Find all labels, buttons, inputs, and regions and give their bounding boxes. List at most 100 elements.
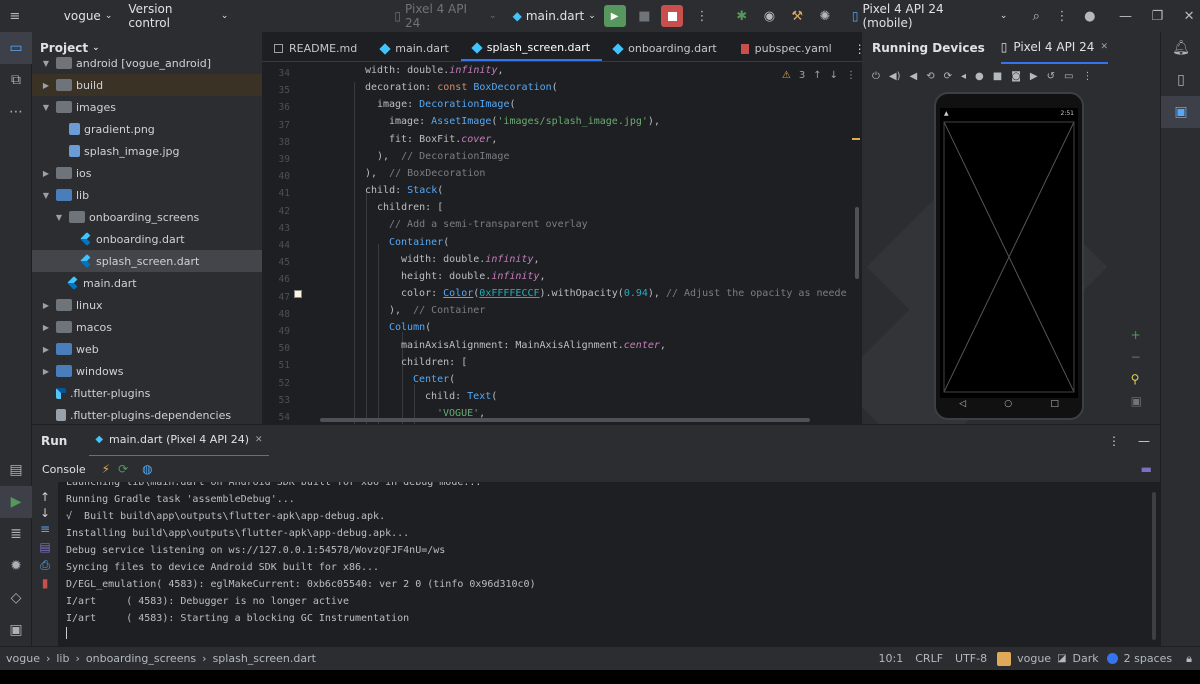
more-vertical-icon[interactable]: ⋮	[691, 5, 713, 27]
power-icon[interactable]: ⏻	[872, 71, 880, 82]
filter-icon[interactable]: ▤	[32, 540, 58, 558]
tree-item[interactable]: ▶ build	[32, 74, 262, 96]
volume-down-icon[interactable]: ◀	[910, 71, 918, 82]
restore-icon[interactable]: ❐	[1146, 5, 1168, 27]
vcs-branch-icon[interactable]	[997, 651, 1012, 666]
device-tab[interactable]: ▯ Pixel 4 API 24 ✕	[1000, 32, 1108, 64]
zoom-out-icon[interactable]: −	[1131, 350, 1142, 364]
more-vertical-icon[interactable]: ⋮	[846, 70, 856, 81]
scroll-down-icon[interactable]: ↓	[32, 506, 58, 522]
project-switcher[interactable]: vogue ⌄	[56, 0, 121, 32]
arrow-down-icon[interactable]: ↓	[830, 70, 838, 81]
chevron-right-icon[interactable]: ▶	[40, 323, 52, 332]
hot-restart-icon[interactable]: ⟳	[118, 462, 128, 476]
color-swatch[interactable]	[294, 290, 302, 298]
arrow-up-icon[interactable]: ↑	[813, 70, 821, 81]
camera-icon[interactable]: ◙	[1011, 71, 1021, 82]
breadcrumb-item[interactable]: vogue	[6, 652, 40, 665]
problems-icon[interactable]: ✹	[0, 550, 32, 582]
code-editor[interactable]: 34 35 36 37 38 39 40 41 42 43 44 45 46 47 48 49 50 51 52 53…	[262, 62, 862, 424]
console-output[interactable]: Launching lib\main.dart on Android SDK b…	[58, 482, 1160, 646]
search-icon[interactable]: ⌕	[1025, 5, 1047, 27]
nav-home-icon[interactable]: ○	[1004, 399, 1012, 409]
tree-item[interactable]: ▼ android [vogue_android]	[32, 52, 262, 74]
tree-item[interactable]: gradient.png	[32, 118, 262, 140]
record-icon[interactable]: ▶	[1030, 71, 1038, 82]
cursor-position[interactable]: 10:1	[873, 652, 910, 665]
chevron-right-icon[interactable]: ▶	[40, 301, 52, 310]
editor-tab[interactable]: pubspec.yaml	[729, 36, 844, 61]
line-separator[interactable]: CRLF	[909, 652, 949, 665]
tree-item[interactable]: splash_screen.dart	[32, 250, 262, 272]
device-selector[interactable]: ▯ Pixel 4 API 24 ⌄	[386, 0, 504, 32]
tree-item[interactable]: ▼ images	[32, 96, 262, 118]
inspection-widget[interactable]: ⚠ 3 ↑ ↓ ⋮	[782, 70, 856, 81]
editor-tab[interactable]: README.md	[262, 36, 369, 61]
more-tools-icon[interactable]: ⋯	[0, 96, 32, 128]
close-icon[interactable]: ✕	[1100, 42, 1108, 52]
tree-item[interactable]: ▶ windows	[32, 360, 262, 382]
run-button[interactable]: ▶	[603, 5, 626, 27]
tree-item[interactable]: ▶ linux	[32, 294, 262, 316]
soft-wrap-icon[interactable]: ≡	[32, 522, 58, 540]
nav-overview-icon[interactable]: □	[1050, 399, 1059, 409]
close-icon[interactable]: ✕	[255, 435, 263, 445]
messages-icon[interactable]: ▤	[0, 454, 32, 486]
android-bug-icon[interactable]: ✺	[814, 5, 836, 27]
zoom-actual-icon[interactable]: ⚲	[1131, 372, 1142, 386]
devtools-icon[interactable]: ◍	[142, 462, 152, 476]
zoom-fit-icon[interactable]: ▣	[1131, 394, 1142, 408]
build-hammer-icon[interactable]: ⚒	[786, 5, 808, 27]
reset-icon[interactable]: ↺	[1047, 71, 1055, 82]
terminal-icon[interactable]: ▣	[0, 614, 32, 646]
debug-bug-icon[interactable]: ✱	[731, 5, 753, 27]
more-vertical-icon[interactable]: ⋮	[1051, 5, 1073, 27]
volume-up-icon[interactable]: ◀)	[889, 71, 901, 82]
structure-tool-icon[interactable]: ⧉	[0, 64, 32, 96]
tree-item[interactable]: splash_image.jpg	[32, 140, 262, 162]
app-menu-icon[interactable]: ≡	[4, 5, 26, 27]
breadcrumb-item[interactable]: onboarding_screens	[86, 652, 196, 665]
tree-item[interactable]: main.dart	[32, 272, 262, 294]
tree-item[interactable]: ▶ ios	[32, 162, 262, 184]
minimize-panel-icon[interactable]: —	[1128, 434, 1160, 448]
project-tool-icon[interactable]: ▭	[0, 32, 32, 64]
console-scrollbar[interactable]	[1152, 492, 1156, 640]
horizontal-scrollbar[interactable]	[320, 418, 810, 422]
vertical-scrollbar[interactable]	[855, 207, 859, 279]
delete-icon[interactable]: ▮	[32, 576, 58, 594]
notifications-icon[interactable]: 🔔︎	[1161, 32, 1200, 64]
account-icon[interactable]: ●	[1079, 5, 1101, 27]
logcat-icon[interactable]: ≣	[0, 518, 32, 550]
more-vertical-icon[interactable]: ⋮	[1082, 71, 1092, 82]
tree-item[interactable]: ▼ lib	[32, 184, 262, 206]
chevron-right-icon[interactable]: ▶	[40, 81, 52, 90]
console-tab[interactable]: Console	[32, 463, 86, 476]
profile-icon[interactable]: ◉	[759, 5, 781, 27]
device-target-selector[interactable]: ▯ Pixel 4 API 24 (mobile) ⌄	[844, 0, 1015, 32]
editor-tab[interactable]: main.dart	[369, 36, 461, 61]
chevron-right-icon[interactable]: ▶	[40, 367, 52, 376]
home-icon[interactable]: ●	[975, 71, 984, 82]
device-screen[interactable]: ▲ 2:51	[940, 108, 1078, 398]
close-icon[interactable]: ✕	[1178, 5, 1200, 27]
overview-icon[interactable]: ■	[993, 71, 1002, 82]
chevron-down-icon[interactable]: ▼	[40, 191, 52, 200]
chevron-right-icon[interactable]: ▶	[40, 169, 52, 178]
device-manager-icon[interactable]: ▯	[1161, 64, 1200, 96]
tree-item[interactable]: ▶ macos	[32, 316, 262, 338]
back-icon[interactable]: ◂	[961, 71, 966, 82]
mirror-icon[interactable]: ▭	[1064, 71, 1073, 82]
chevron-right-icon[interactable]: ▶	[40, 345, 52, 354]
tree-item[interactable]: ▼ onboarding_screens	[32, 206, 262, 228]
stop-button[interactable]	[661, 5, 684, 27]
tree-item[interactable]: onboarding.dart	[32, 228, 262, 250]
debug-stop-icon[interactable]: ■	[634, 5, 656, 27]
tree-item[interactable]: ▶ web	[32, 338, 262, 360]
lock-icon[interactable]: 🔒︎	[1178, 652, 1200, 666]
zoom-in-icon[interactable]: +	[1131, 328, 1142, 342]
status-project[interactable]: vogue	[1011, 652, 1057, 665]
tree-item[interactable]: .flutter-plugins-dependencies	[32, 404, 262, 424]
print-icon[interactable]: ⎙	[32, 558, 58, 576]
breadcrumb-item[interactable]: lib	[56, 652, 69, 665]
